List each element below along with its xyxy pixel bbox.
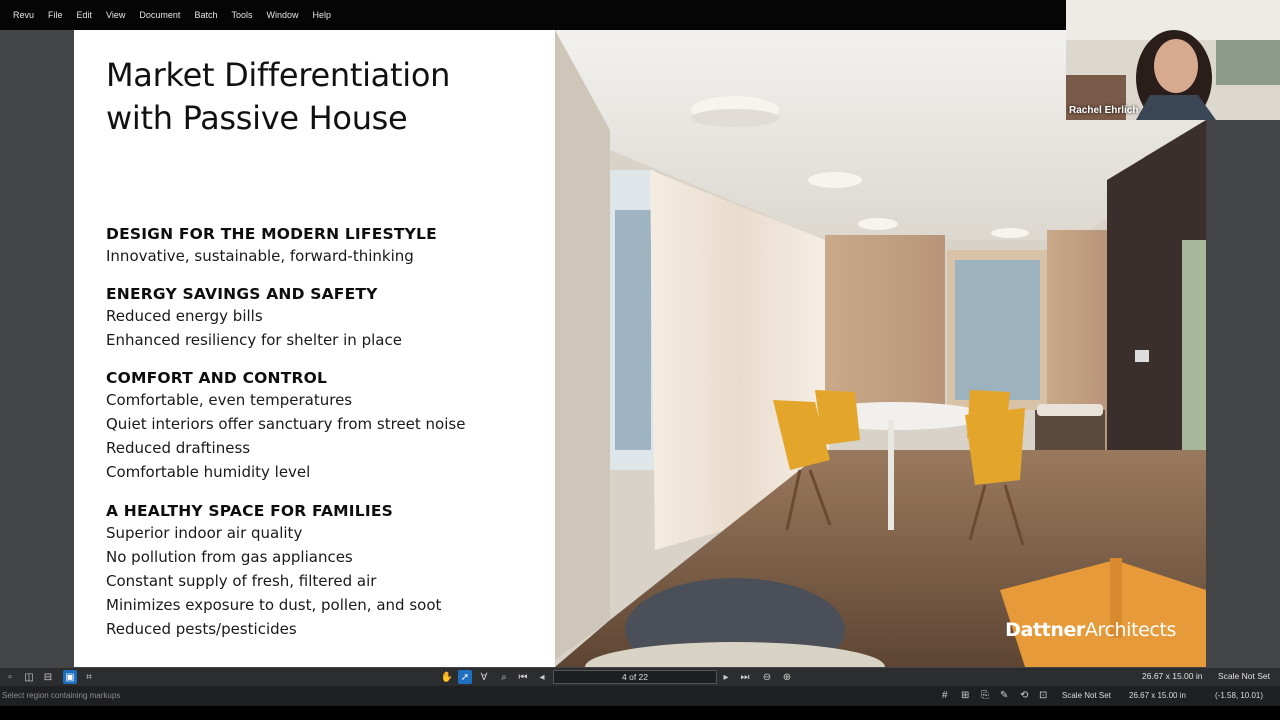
page-scale[interactable]: Scale Not Set (1218, 671, 1270, 681)
menu-revu[interactable]: Revu (13, 10, 34, 20)
section-heading: ENERGY SAVINGS AND SAFETY (106, 285, 378, 303)
reuse-icon[interactable]: ⟲ (1020, 690, 1028, 701)
menu-window[interactable]: Window (266, 10, 298, 20)
page-dimensions: 26.67 x 15.00 in (1142, 671, 1203, 681)
select-markups-icon[interactable]: ▣ (63, 670, 77, 684)
section-healthy-space: A HEALTHY SPACE FOR FAMILIES Superior in… (106, 501, 441, 641)
split-view-icon[interactable]: ⊟ (41, 670, 55, 684)
slide-title-line-1: Market Differentiation (106, 56, 451, 94)
participant-video[interactable]: Rachel Ehrlich (1066, 0, 1280, 120)
page-number-input[interactable]: 4 of 22 (553, 670, 717, 684)
section-heading: COMFORT AND CONTROL (106, 369, 328, 387)
forward-view-icon[interactable]: ⊕ (780, 670, 794, 684)
two-page-icon[interactable]: ◫ (22, 670, 36, 684)
last-page-icon[interactable]: ⏭ (738, 670, 752, 684)
section-modern-lifestyle: DESIGN FOR THE MODERN LIFESTYLE Innovati… (106, 224, 437, 268)
section-item: No pollution from gas appliances (106, 548, 353, 566)
menu-edit[interactable]: Edit (77, 10, 93, 20)
section-heading: A HEALTHY SPACE FOR FAMILIES (106, 502, 393, 520)
section-item: Reduced pests/pesticides (106, 620, 297, 638)
brand-logo: DattnerArchitects (1005, 619, 1176, 641)
snap-content-icon[interactable]: ⎘ (981, 690, 989, 701)
first-page-icon[interactable]: ⏮ (516, 670, 530, 684)
zoom-icon[interactable]: ⌕ (497, 670, 511, 684)
section-item: Constant supply of fresh, filtered air (106, 572, 377, 590)
snap-markup-icon[interactable]: ✎ (1000, 690, 1008, 701)
select-arrow-icon[interactable]: ➚ (458, 670, 472, 684)
status-dimensions: 26.67 x 15.00 in (1129, 691, 1186, 700)
section-heading: DESIGN FOR THE MODERN LIFESTYLE (106, 225, 437, 243)
crop-icon[interactable]: ⌗ (82, 670, 96, 684)
section-item: Superior indoor air quality (106, 524, 303, 542)
menu-help[interactable]: Help (312, 10, 331, 20)
section-item: Reduced energy bills (106, 307, 263, 325)
snap-grid-icon[interactable]: ⊞ (961, 690, 969, 701)
section-item: Reduced draftiness (106, 439, 251, 457)
status-hint: Select region containing markups (2, 691, 121, 700)
section-energy-savings: ENERGY SAVINGS AND SAFETY Reduced energy… (106, 284, 402, 352)
slide-title: Market Differentiation with Passive Hous… (106, 54, 450, 140)
menu-document[interactable]: Document (139, 10, 180, 20)
status-scale[interactable]: Scale Not Set (1062, 691, 1111, 700)
text-select-icon[interactable]: Ɐ (477, 670, 491, 684)
grid-icon[interactable]: # (942, 690, 948, 701)
previous-page-icon[interactable]: ◂ (535, 670, 549, 684)
section-item: Innovative, sustainable, forward-thinkin… (106, 247, 414, 265)
next-page-icon[interactable]: ▸ (719, 670, 733, 684)
section-item: Minimizes exposure to dust, pollen, and … (106, 596, 442, 614)
status-bar: Select region containing markups # ⊞ ⎘ ✎… (0, 686, 1280, 706)
menu-tools[interactable]: Tools (231, 10, 252, 20)
section-item: Enhanced resiliency for shelter in place (106, 331, 402, 349)
slide-title-line-2: with Passive House (106, 99, 408, 137)
single-page-icon[interactable]: ▫ (3, 670, 17, 684)
back-view-icon[interactable]: ⊖ (760, 670, 774, 684)
menu-batch[interactable]: Batch (194, 10, 217, 20)
cursor-coordinates: (-1.58, 10.01) (1215, 691, 1264, 700)
section-comfort-control: COMFORT AND CONTROL Comfortable, even te… (106, 368, 465, 484)
pan-hand-icon[interactable]: ✋ (440, 670, 454, 684)
interior-photo: DattnerArchitects (555, 30, 1206, 667)
bottom-toolbar: ▫ ◫ ⊟ ▣ ⌗ ✋ ➚ Ɐ ⌕ ⏮ ◂ 4 of 22 ▸ ⏭ ⊖ ⊕ 26… (0, 668, 1280, 686)
screen-bottom-edge (0, 706, 1280, 720)
sync-icon[interactable]: ⊡ (1039, 690, 1047, 701)
slide-page[interactable]: Market Differentiation with Passive Hous… (74, 30, 1206, 667)
section-item: Quiet interiors offer sanctuary from str… (106, 415, 466, 433)
menu-view[interactable]: View (106, 10, 125, 20)
participant-name: Rachel Ehrlich (1069, 105, 1139, 116)
menu-file[interactable]: File (48, 10, 63, 20)
section-item: Comfortable humidity level (106, 463, 311, 481)
section-item: Comfortable, even temperatures (106, 391, 353, 409)
